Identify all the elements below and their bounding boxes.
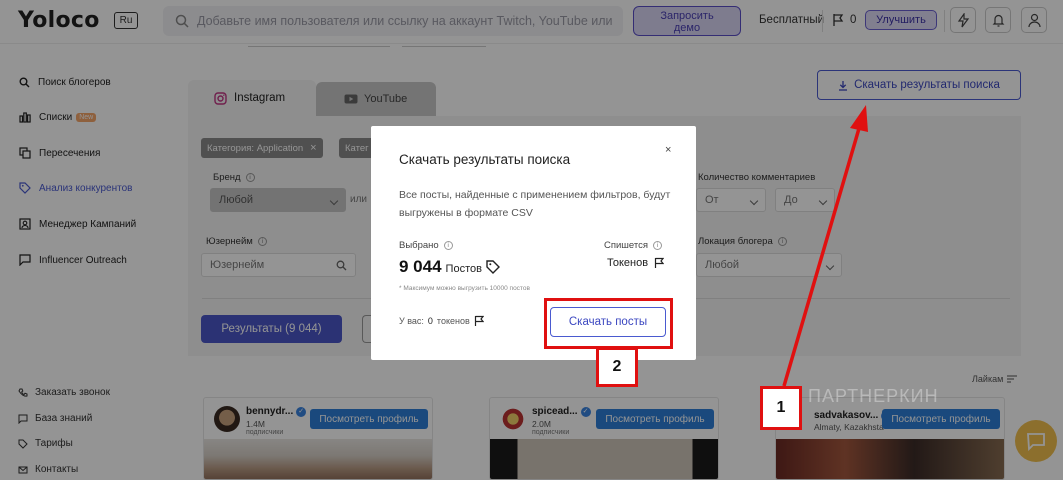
annotation-arrow [782, 105, 868, 387]
